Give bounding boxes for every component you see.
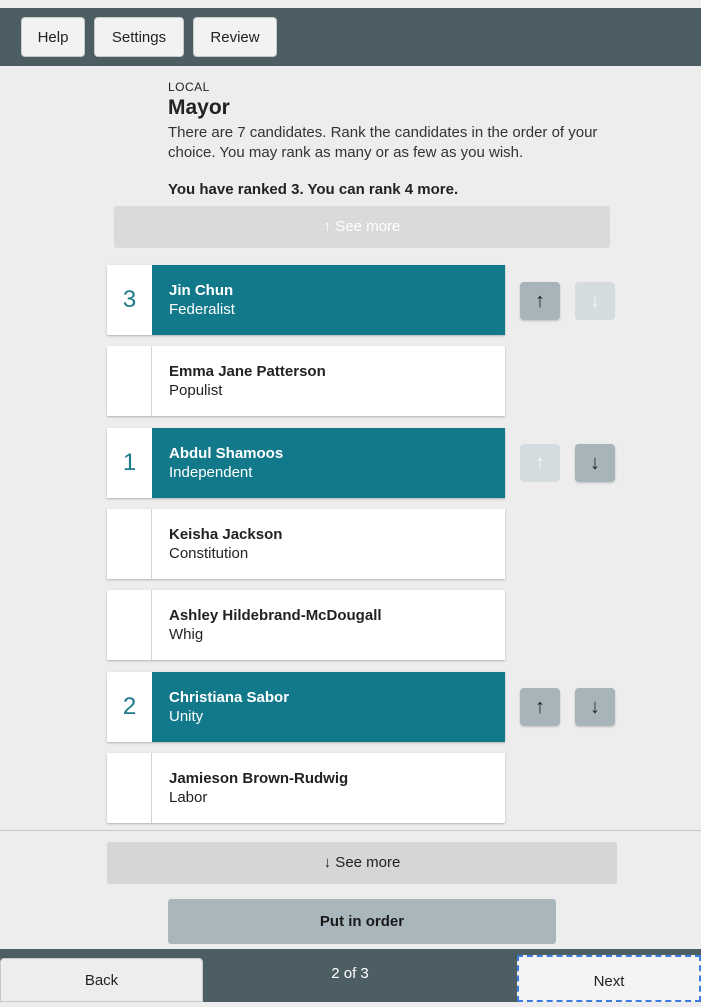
see-more-up-button[interactable]: ↑ See more [114,206,610,248]
candidate-name: Christiana Sabor [169,689,290,706]
rank-number: 1 [107,428,152,498]
move-down-button[interactable]: ↓ [575,282,615,320]
settings-button[interactable]: Settings [94,17,184,57]
see-more-down-button[interactable]: ↓ See more [107,842,617,884]
candidate-name: Jin Chun [169,282,234,299]
move-up-button[interactable]: ↑ [520,282,560,320]
contest-description: There are 7 candidates. Rank the candida… [168,124,598,161]
candidate-row-ashley-hildebrand-mcdougall[interactable]: Ashley Hildebrand-McDougall Whig [107,590,505,660]
arrow-down-icon: ↓ [590,290,600,312]
back-button[interactable]: Back [0,958,203,1002]
candidate-row-emma-jane-patterson[interactable]: Emma Jane Patterson Populist [107,346,505,416]
candidate-party: Independent [169,464,253,481]
arrow-up-icon: ↑ [535,696,545,718]
candidate-party: Labor [169,789,208,806]
candidate-info: Emma Jane Patterson Populist [152,346,505,416]
candidate-row-jamieson-brown-rudwig[interactable]: Jamieson Brown-Rudwig Labor [107,753,505,823]
arrow-up-icon: ↑ [535,452,545,474]
page-indicator: 2 of 3 [331,965,369,982]
rank-number [107,346,152,416]
candidate-party: Populist [169,382,223,399]
candidate-row-jin-chun[interactable]: 3 Jin Chun Federalist [107,265,505,335]
candidate-row-keisha-jackson[interactable]: Keisha Jackson Constitution [107,509,505,579]
arrow-up-icon: ↑ [535,290,545,312]
move-down-button[interactable]: ↓ [575,688,615,726]
rank-number: 2 [107,672,152,742]
bottom-nav-bar: Back 2 of 3 Next [0,949,701,1002]
candidate-info: Keisha Jackson Constitution [152,509,505,579]
candidate-name: Keisha Jackson [169,526,283,543]
candidate-info: Jin Chun Federalist [152,265,505,335]
candidate-info: Jamieson Brown-Rudwig Labor [152,753,505,823]
move-down-button[interactable]: ↓ [575,444,615,482]
candidate-row-christiana-sabor[interactable]: 2 Christiana Sabor Unity [107,672,505,742]
divider [0,830,701,831]
rank-number [107,753,152,823]
help-button[interactable]: Help [21,17,85,57]
rank-number [107,590,152,660]
candidate-name: Abdul Shamoos [169,445,284,462]
rank-number [107,509,152,579]
candidate-info: Abdul Shamoos Independent [152,428,505,498]
candidate-name: Ashley Hildebrand-McDougall [169,607,382,624]
candidate-name: Jamieson Brown-Rudwig [169,770,349,787]
candidate-info: Christiana Sabor Unity [152,672,505,742]
top-toolbar: Help Settings Review [0,8,701,66]
put-in-order-button[interactable]: Put in order [168,899,556,944]
candidate-party: Unity [169,708,204,725]
candidate-row-abdul-shamoos[interactable]: 1 Abdul Shamoos Independent [107,428,505,498]
review-button[interactable]: Review [193,17,277,57]
candidate-name: Emma Jane Patterson [169,363,326,380]
contest-title: Mayor [168,96,230,119]
ranking-status: You have ranked 3. You can rank 4 more. [168,181,459,198]
contest-kicker: LOCAL [168,80,210,94]
arrow-down-icon: ↓ [590,696,600,718]
move-up-button[interactable]: ↑ [520,444,560,482]
next-button[interactable]: Next [517,955,701,1002]
rank-number: 3 [107,265,152,335]
candidate-party: Constitution [169,545,249,562]
candidate-party: Whig [169,626,204,643]
contest-header: LOCAL Mayor There are 7 candidates. Rank… [168,80,628,198]
move-up-button[interactable]: ↑ [520,688,560,726]
candidate-party: Federalist [169,301,235,318]
candidate-info: Ashley Hildebrand-McDougall Whig [152,590,505,660]
arrow-down-icon: ↓ [590,452,600,474]
